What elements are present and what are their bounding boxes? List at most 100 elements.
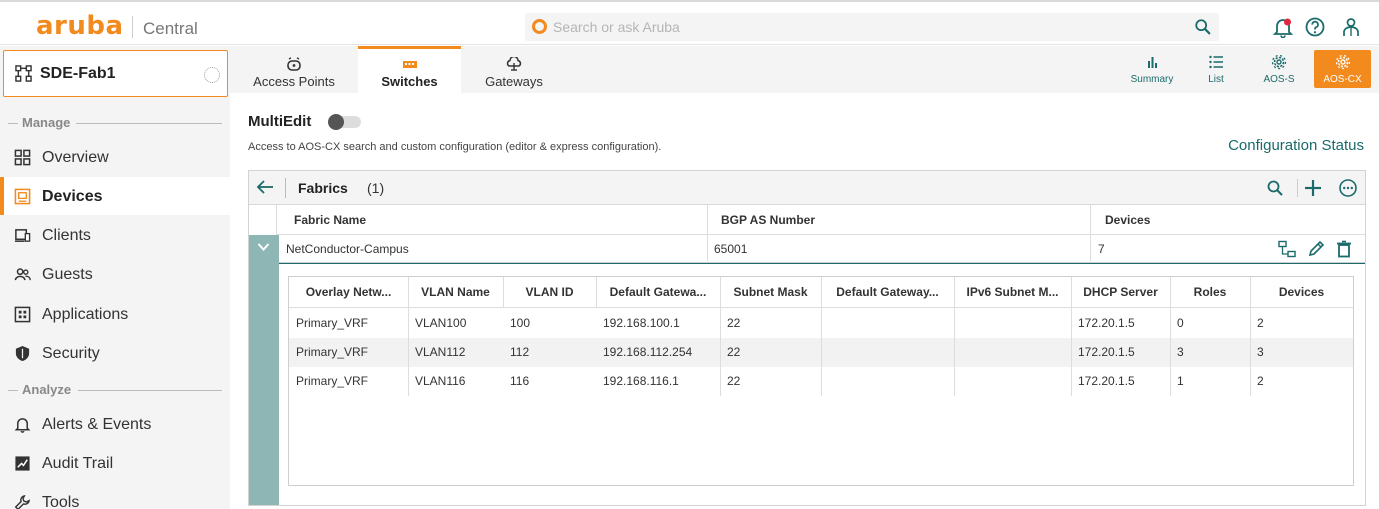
tab-gateways[interactable]: Gateways [461,46,567,93]
column-header-devices[interactable]: Devices [1105,205,1150,235]
clients-icon [14,229,31,242]
help-icon[interactable] [1304,16,1326,38]
view-aos-cx-button[interactable]: AOS-CX [1314,50,1371,88]
search-bar[interactable] [525,13,1219,41]
bell-icon [14,418,31,433]
table-cell: 172.20.1.5 [1078,316,1135,330]
table-cell [821,338,954,367]
sidebar-item-label: Applications [42,306,129,323]
devices-cell: 7 [1098,242,1105,256]
sidebar-item-applications[interactable]: Applications [0,295,230,333]
fabrics-panel-header: Fabrics (1) [249,171,1365,205]
aruba-logo[interactable]: aruba [36,13,124,39]
audit-trail-icon [15,456,30,471]
wrench-icon [14,494,31,509]
delete-trash-icon[interactable] [1335,240,1353,258]
grid-icon [14,149,31,166]
more-options-icon[interactable] [1339,179,1357,197]
table-cell: VLAN112 [415,345,466,359]
fabrics-panel: Fabrics (1) Fabric Name BGP AS Number De… [248,170,1366,506]
view-summary-button[interactable]: Summary [1120,50,1184,88]
table-cell: 116 [510,374,530,388]
overlay-networks-table: Overlay Netw... VLAN Name VLAN ID Defaul… [288,276,1354,486]
column-header-vlan-name[interactable]: VLAN Name [408,277,503,308]
sidebar-item-label: Devices [42,188,103,205]
toggle-knob [328,114,344,130]
view-aos-s-button[interactable]: AOS-S [1255,50,1303,88]
view-button-label: List [1208,74,1224,85]
search-icon[interactable] [1266,179,1284,197]
top-bar: aruba Central [0,0,1379,45]
section-manage-label: Manage [22,115,71,130]
add-icon[interactable] [1304,179,1322,197]
fabric-name-cell: NetConductor-Campus [286,242,409,256]
sidebar-item-alerts-events[interactable]: Alerts & Events [0,405,230,443]
product-name: Central [143,19,198,38]
tab-switches[interactable]: Switches [358,46,461,93]
tabs-bar: Access Points Switches Gateways Summary … [230,46,1379,93]
table-cell: 3 [1257,345,1264,359]
shield-icon [15,345,30,362]
column-header-default-gateway-ipv6[interactable]: Default Gateway... [821,277,954,308]
sidebar-item-devices[interactable]: Devices [0,177,230,215]
table-row[interactable]: NetConductor-Campus 65001 7 [249,235,1365,263]
tab-label: Access Points [253,74,335,89]
column-header-default-gateway[interactable]: Default Gatewa... [596,277,720,308]
column-header-dhcp-server[interactable]: DHCP Server [1071,277,1170,308]
table-cell [954,338,1071,367]
table-cell: 2 [1257,316,1264,330]
logo-divider [132,16,133,38]
sidebar-item-label: Security [42,345,100,362]
topology-view-icon[interactable] [1278,240,1296,258]
bgp-as-cell: 65001 [714,242,748,256]
view-list-button[interactable]: List [1193,50,1239,88]
sidebar-item-label: Tools [42,494,80,509]
column-header-bgp-as-number[interactable]: BGP AS Number [721,205,815,235]
column-header-vlan-id[interactable]: VLAN ID [503,277,596,308]
column-header-fabric-name[interactable]: Fabric Name [294,205,366,235]
fabric-count: (1) [367,180,385,196]
gear-icon [1271,54,1287,70]
sidebar-item-label: Audit Trail [42,455,114,472]
panel-title: Fabrics [298,180,348,196]
sidebar-item-overview[interactable]: Overview [0,138,230,176]
column-header-roles[interactable]: Roles [1170,277,1250,308]
sidebar-item-audit-trail[interactable]: Audit Trail [0,444,230,482]
table-cell: 172.20.1.5 [1078,345,1135,359]
section-analyze: Analyze [0,381,230,399]
column-header-subnet-mask[interactable]: Subnet Mask [720,277,821,308]
topology-icon [15,65,32,82]
table-cell: 22 [727,374,741,388]
sidebar-item-label: Guests [42,266,93,283]
sidebar-item-tools[interactable]: Tools [0,483,230,509]
switch-icon [402,61,417,68]
notification-bell-icon[interactable] [1272,16,1294,38]
bar-chart-icon [1148,57,1157,68]
column-header-overlay-network[interactable]: Overlay Netw... [289,277,408,308]
column-header-ipv6-subnet-mask[interactable]: IPv6 Subnet M... [954,277,1071,308]
search-icon[interactable] [1194,18,1212,36]
fabric-selector[interactable]: SDE-Fab1 [3,50,228,97]
table-cell: 112 [510,345,530,359]
table-cell: Primary_VRF [296,316,369,330]
table-cell: 2 [1257,374,1264,388]
edit-pencil-icon[interactable] [1307,240,1325,258]
table-cell: 3 [1177,345,1184,359]
gear-icon [1335,54,1350,70]
table-cell [954,367,1071,396]
column-header-devices[interactable]: Devices [1250,277,1353,308]
search-input[interactable] [553,17,1173,37]
sidebar-item-guests[interactable]: Guests [0,255,230,293]
table-cell [954,309,1071,338]
multiedit-toggle[interactable] [328,114,361,130]
user-icon[interactable] [1340,16,1362,38]
tab-label: Switches [381,74,438,89]
table-cell: 192.168.100.1 [603,316,680,330]
back-arrow-icon[interactable] [256,179,274,195]
access-point-icon [287,57,301,71]
sidebar-item-clients[interactable]: Clients [0,216,230,254]
sidebar-item-security[interactable]: Security [0,334,230,372]
configuration-status-link[interactable]: Configuration Status [1228,137,1364,155]
chevron-down-icon[interactable] [257,242,270,252]
tab-access-points[interactable]: Access Points [230,46,358,93]
